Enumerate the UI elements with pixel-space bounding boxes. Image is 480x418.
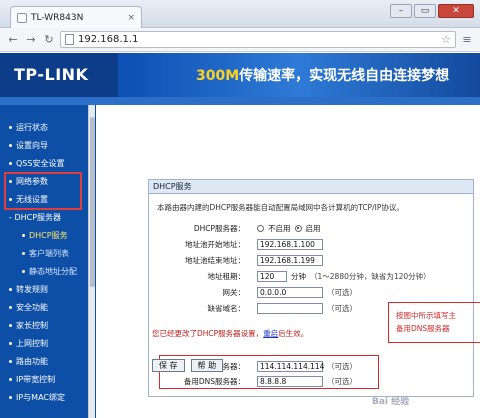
- address-text[interactable]: 192.168.1.1: [78, 34, 138, 45]
- domain-optional: （可选）: [327, 303, 357, 313]
- warning-tail: 后生效。: [278, 329, 309, 338]
- dhcp-disable-radio[interactable]: [257, 224, 264, 232]
- scrollbar-thumb[interactable]: [90, 117, 95, 287]
- logo-area: TP-LINK: [0, 53, 118, 97]
- sidebar-item-dhcp-service[interactable]: DHCP服务: [0, 227, 96, 245]
- panel-title: DHCP服务: [149, 180, 473, 194]
- domain-input[interactable]: [257, 302, 323, 314]
- pool-start-label: 地址池开始地址：: [185, 239, 245, 249]
- gateway-label: 网关：: [222, 287, 246, 297]
- dhcp-enable-label: 启用: [305, 223, 321, 233]
- window-controls: – ▭ ✕: [390, 4, 474, 18]
- dhcp-highlight-box: [4, 172, 82, 210]
- save-button[interactable]: 保 存: [152, 359, 185, 372]
- secondary-dns-input[interactable]: 8.8.8.8: [257, 375, 323, 387]
- domain-label: 缺省域名：: [207, 303, 246, 313]
- reload-icon[interactable]: ↻: [42, 33, 56, 46]
- pool-end-row: 地址池结束地址： 192.168.1.199: [149, 254, 475, 266]
- sidebar-scrollbar[interactable]: [88, 105, 95, 418]
- browser-toolbar: ← → ↻ 192.168.1.1 ☆ ≡: [0, 28, 480, 52]
- sidebar-menu: 运行状态 设置向导 QSS安全设置 网络参数 无线设置 - DHCP服务器 DH…: [0, 105, 96, 418]
- sidebar-item-client-list[interactable]: 客户端列表: [0, 245, 96, 263]
- pool-start-row: 地址池开始地址： 192.168.1.100: [149, 238, 475, 250]
- sidebar-item-parental[interactable]: 家长控制: [0, 317, 96, 335]
- slogan-text: 300M传输速率，实现无线自由连接梦想: [196, 65, 449, 85]
- annotation-line-2: 备用DNS服务器: [396, 324, 450, 333]
- restart-link[interactable]: 重启: [263, 329, 278, 338]
- sidebar-item-status[interactable]: 运行状态: [0, 119, 96, 137]
- pool-start-input[interactable]: 192.168.1.100: [257, 238, 323, 250]
- sidebar-item-wizard[interactable]: 设置向导: [0, 137, 96, 155]
- dhcp-disable-label: 不启用: [268, 223, 291, 233]
- address-bar[interactable]: 192.168.1.1 ☆: [60, 31, 456, 48]
- tp-link-logo: TP-LINK: [14, 65, 89, 84]
- sidebar-item-ip-mac-binding[interactable]: IP与MAC绑定: [0, 389, 96, 407]
- watermark: Bai 经验: [372, 397, 410, 407]
- secondary-dns-optional: （可选）: [327, 376, 357, 386]
- gateway-row: 网关： 0.0.0.0 （可选）: [149, 286, 475, 298]
- lease-row: 地址租期： 120 分钟 （1～2880分钟，缺省为120分钟）: [149, 270, 475, 282]
- sidebar-item-security[interactable]: 安全功能: [0, 299, 96, 317]
- secondary-dns-row: 备用DNS服务器： 8.8.8.8 （可选）: [149, 375, 475, 387]
- close-window-button[interactable]: ✕: [438, 4, 474, 18]
- restart-warning: 您已经更改了DHCP服务器设置，重启后生效。: [152, 328, 308, 339]
- slogan-highlight: 300M: [196, 68, 240, 84]
- dhcp-server-label: DHCP服务器：: [193, 223, 245, 233]
- sidebar-item-bandwidth[interactable]: IP带宽控制: [0, 371, 96, 389]
- page-icon: [65, 34, 74, 45]
- slogan-main: 传输速率，实现无线自由连接梦想: [239, 68, 450, 84]
- lease-label: 地址租期：: [207, 271, 246, 281]
- tab-close-icon[interactable]: ×: [127, 13, 135, 23]
- warning-text: 您已经更改了DHCP服务器设置，: [152, 329, 264, 338]
- dhcp-enable-radio[interactable]: [294, 224, 302, 232]
- primary-dns-input[interactable]: 114.114.114.114: [257, 360, 324, 372]
- banner-strip: [0, 97, 480, 105]
- gateway-input[interactable]: 0.0.0.0: [257, 286, 323, 298]
- minimize-button[interactable]: –: [390, 4, 412, 18]
- annotation-text: 按图中所示填写主 备用DNS服务器: [396, 309, 480, 335]
- sidebar-item-qss[interactable]: QSS安全设置: [0, 155, 96, 173]
- sidebar-item-routing[interactable]: 路由功能: [0, 353, 96, 371]
- back-arrow-icon[interactable]: ←: [6, 33, 20, 46]
- lease-hint: （1～2880分钟，缺省为120分钟）: [310, 271, 431, 281]
- lease-unit: 分钟: [291, 271, 306, 281]
- forward-arrow-icon[interactable]: →: [24, 33, 38, 46]
- page-favicon-icon: [17, 12, 27, 23]
- tab-title: TL-WR843N: [31, 12, 84, 23]
- router-admin-page: TP-LINK 300M传输速率，实现无线自由连接梦想 运行状态 设置向导 QS…: [0, 53, 480, 418]
- sidebar-item-static-address[interactable]: 静态地址分配: [0, 263, 96, 281]
- slogan-area: 300M传输速率，实现无线自由连接梦想: [118, 53, 480, 97]
- star-icon[interactable]: ☆: [441, 33, 451, 46]
- panel-description: 本路由器内建的DHCP服务器能自动配置局域网中各计算机的TCP/IP协议。: [157, 203, 404, 212]
- annotation-line-1: 按图中所示填写主: [396, 311, 456, 320]
- menu-icon[interactable]: ≡: [460, 33, 474, 46]
- pool-end-label: 地址池结束地址：: [185, 255, 245, 265]
- maximize-button[interactable]: ▭: [414, 4, 436, 18]
- primary-dns-optional: （可选）: [327, 361, 357, 371]
- pool-end-input[interactable]: 192.168.1.199: [257, 254, 323, 266]
- button-row: 保 存 帮 助: [152, 359, 224, 372]
- dhcp-server-row: DHCP服务器： 不启用 启用: [149, 222, 475, 234]
- browser-tab[interactable]: TL-WR843N ×: [10, 6, 142, 28]
- lease-input[interactable]: 120: [257, 270, 287, 282]
- sidebar-item-dhcp[interactable]: - DHCP服务器: [0, 209, 96, 227]
- sidebar-item-forwarding[interactable]: 转发规则: [0, 281, 96, 299]
- sidebar-item-access-control[interactable]: 上网控制: [0, 335, 96, 353]
- secondary-dns-label: 备用DNS服务器：: [183, 376, 245, 386]
- browser-tab-bar: TL-WR843N × – ▭ ✕: [0, 0, 480, 28]
- main-content: DHCP服务 本路由器内建的DHCP服务器能自动配置局域网中各计算机的TCP/I…: [96, 105, 480, 418]
- help-button[interactable]: 帮 助: [190, 359, 224, 372]
- gateway-optional: （可选）: [327, 287, 357, 297]
- header-banner: TP-LINK 300M传输速率，实现无线自由连接梦想: [0, 53, 480, 97]
